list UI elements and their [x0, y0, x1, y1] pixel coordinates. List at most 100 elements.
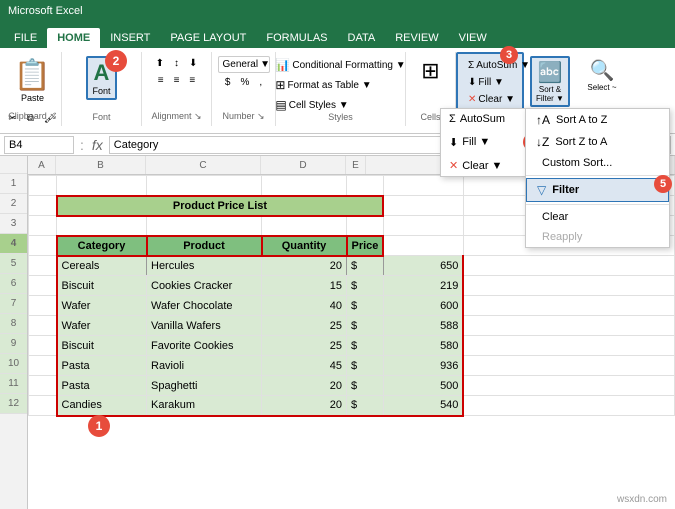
- cell-dollar-8[interactable]: $: [347, 316, 384, 336]
- tab-formulas[interactable]: FORMULAS: [256, 28, 337, 48]
- clear-filter-item[interactable]: Clear: [526, 207, 669, 227]
- cell-product-11[interactable]: Spaghetti: [147, 376, 262, 396]
- tab-insert[interactable]: INSERT: [100, 28, 160, 48]
- format-as-table-button[interactable]: ⊞ Format as Table ▼: [271, 76, 375, 94]
- reapply-item[interactable]: Reapply: [526, 227, 669, 247]
- tab-data[interactable]: DATA: [338, 28, 386, 48]
- cell-d3[interactable]: [262, 216, 347, 236]
- cell-dollar-7[interactable]: $: [347, 296, 384, 316]
- cell-price-10[interactable]: 936: [383, 356, 463, 376]
- fill-button[interactable]: ⬇ Fill ▼: [464, 75, 516, 90]
- header-quantity[interactable]: Quantity: [262, 236, 347, 256]
- cell-rest-11[interactable]: [463, 376, 674, 396]
- cell-title[interactable]: Product Price List: [57, 196, 384, 216]
- cell-qty-8[interactable]: 25: [262, 316, 347, 336]
- cell-rest-7[interactable]: [463, 296, 674, 316]
- tab-page-layout[interactable]: PAGE LAYOUT: [160, 28, 256, 48]
- cell-dollar-12[interactable]: $: [347, 396, 384, 416]
- cell-product-12[interactable]: Karakum: [147, 396, 262, 416]
- currency-button[interactable]: $: [221, 75, 235, 90]
- align-right[interactable]: ≡: [185, 73, 199, 88]
- conditional-formatting-button[interactable]: 📊 Conditional Formatting ▼: [271, 56, 409, 74]
- cell-qty-5[interactable]: 20: [262, 256, 347, 276]
- cell-qty-9[interactable]: 25: [262, 336, 347, 356]
- cell-price-9[interactable]: 580: [383, 336, 463, 356]
- cell-c1[interactable]: [147, 176, 262, 196]
- cell-a4[interactable]: [29, 236, 57, 256]
- cell-category-6[interactable]: Biscuit: [57, 276, 147, 296]
- cell-price-8[interactable]: 588: [383, 316, 463, 336]
- align-bottom[interactable]: ⬇: [185, 56, 201, 71]
- cell-product-6[interactable]: Cookies Cracker: [147, 276, 262, 296]
- cell-dollar-10[interactable]: $: [347, 356, 384, 376]
- sort-filter-button[interactable]: 🔤 Sort &Filter ▼: [530, 56, 570, 107]
- name-box[interactable]: B4: [4, 136, 74, 154]
- comma-button[interactable]: ,: [255, 75, 266, 90]
- custom-sort-item[interactable]: Custom Sort...: [526, 153, 669, 173]
- sort-az-item[interactable]: ↑A Sort A to Z: [526, 109, 669, 131]
- cell-a5[interactable]: [29, 256, 57, 276]
- cell-a2[interactable]: [29, 196, 57, 216]
- align-top[interactable]: ⬆: [152, 56, 168, 71]
- cell-a11[interactable]: [29, 376, 57, 396]
- cell-price-6[interactable]: 219: [383, 276, 463, 296]
- cell-a12[interactable]: [29, 396, 57, 416]
- align-middle[interactable]: ↕: [170, 56, 183, 71]
- cell-dollar-5[interactable]: $: [347, 256, 384, 276]
- clear-button[interactable]: ✕ Clear ▼: [464, 92, 516, 107]
- cell-rest-5[interactable]: [463, 256, 674, 276]
- cell-product-7[interactable]: Wafer Chocolate: [147, 296, 262, 316]
- cell-f4[interactable]: [383, 236, 463, 256]
- cell-category-5[interactable]: Cereals: [57, 256, 147, 276]
- cell-qty-6[interactable]: 15: [262, 276, 347, 296]
- cell-product-5[interactable]: Hercules: [147, 256, 262, 276]
- find-select-button[interactable]: 🔍 Select ~: [583, 56, 620, 94]
- filter-item[interactable]: ▽ Filter 5: [526, 178, 669, 202]
- cell-category-7[interactable]: Wafer: [57, 296, 147, 316]
- cell-rest-10[interactable]: [463, 356, 674, 376]
- header-price[interactable]: Price: [347, 236, 384, 256]
- cell-a6[interactable]: [29, 276, 57, 296]
- cell-c3[interactable]: [147, 216, 262, 236]
- cell-price-12[interactable]: 540: [383, 396, 463, 416]
- cell-category-11[interactable]: Pasta: [57, 376, 147, 396]
- cell-f3[interactable]: [383, 216, 463, 236]
- cell-f1[interactable]: [383, 176, 463, 196]
- tab-file[interactable]: FILE: [4, 28, 47, 48]
- cell-qty-12[interactable]: 20: [262, 396, 347, 416]
- cell-rest-12[interactable]: [463, 396, 674, 416]
- align-center[interactable]: ≡: [170, 73, 184, 88]
- cell-qty-7[interactable]: 40: [262, 296, 347, 316]
- cell-a10[interactable]: [29, 356, 57, 376]
- cell-dollar-6[interactable]: $: [347, 276, 384, 296]
- cell-qty-10[interactable]: 45: [262, 356, 347, 376]
- cell-rest-6[interactable]: [463, 276, 674, 296]
- sort-za-item[interactable]: ↓Z Sort Z to A: [526, 131, 669, 153]
- header-product[interactable]: Product: [147, 236, 262, 256]
- cell-a7[interactable]: [29, 296, 57, 316]
- cell-price-11[interactable]: 500: [383, 376, 463, 396]
- cell-b3[interactable]: [57, 216, 147, 236]
- cell-e3[interactable]: [347, 216, 384, 236]
- cell-e1[interactable]: [347, 176, 384, 196]
- paste-button[interactable]: 📋 Paste: [8, 56, 57, 105]
- cell-b1[interactable]: [57, 176, 147, 196]
- cell-price-7[interactable]: 600: [383, 296, 463, 316]
- align-left[interactable]: ≡: [154, 73, 168, 88]
- percent-button[interactable]: %: [236, 75, 253, 90]
- tab-home[interactable]: HOME: [47, 28, 100, 48]
- number-format-select[interactable]: General ▼: [218, 56, 270, 73]
- tab-view[interactable]: VIEW: [449, 28, 497, 48]
- cell-dollar-9[interactable]: $: [347, 336, 384, 356]
- cell-category-8[interactable]: Wafer: [57, 316, 147, 336]
- cell-category-12[interactable]: Candies: [57, 396, 147, 416]
- cell-a8[interactable]: [29, 316, 57, 336]
- cell-product-8[interactable]: Vanilla Wafers: [147, 316, 262, 336]
- cell-a1[interactable]: [29, 176, 57, 196]
- cell-qty-11[interactable]: 20: [262, 376, 347, 396]
- cell-dollar-11[interactable]: $: [347, 376, 384, 396]
- cell-a9[interactable]: [29, 336, 57, 356]
- cell-f2[interactable]: [383, 196, 463, 216]
- cell-product-10[interactable]: Ravioli: [147, 356, 262, 376]
- header-category[interactable]: Category: [57, 236, 147, 256]
